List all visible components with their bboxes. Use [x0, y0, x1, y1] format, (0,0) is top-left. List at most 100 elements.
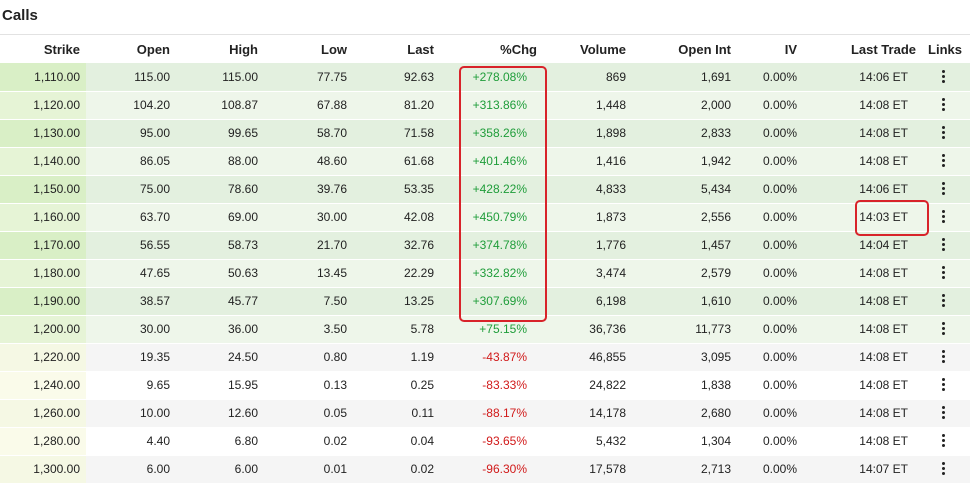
pct-change-cell: -93.65%	[440, 427, 539, 456]
pct-change-cell: -43.87%	[440, 343, 539, 372]
col-header-volume[interactable]: Volume	[539, 35, 630, 63]
pct-change-cell: +428.22%	[440, 175, 539, 204]
last-cell: 71.58	[350, 119, 440, 148]
low-cell: 48.60	[261, 147, 350, 176]
col-header-iv[interactable]: IV	[734, 35, 801, 63]
last-trade-cell: 14:08 ET	[801, 119, 921, 148]
open-cell: 38.57	[86, 287, 172, 316]
strike-cell: 1,150.00	[0, 175, 86, 204]
table-row[interactable]: 1,150.00 75.00 78.60 39.76 53.35 +428.22% 4,83…	[0, 175, 970, 204]
kebab-menu-icon[interactable]	[942, 462, 946, 476]
kebab-menu-icon[interactable]	[942, 210, 946, 224]
table-row[interactable]: 1,280.00 4.40 6.80 0.02 0.04 -93.65% 5,432 1,30…	[0, 427, 970, 456]
kebab-menu-icon[interactable]	[942, 154, 946, 168]
open-interest-cell: 1,838	[630, 371, 734, 400]
options-chain-table: Strike Open High Low Last %Chg Volume Op…	[0, 35, 970, 484]
kebab-menu-icon[interactable]	[942, 322, 946, 336]
col-header-last-trade[interactable]: Last Trade	[801, 35, 921, 63]
kebab-menu-icon[interactable]	[942, 378, 946, 392]
kebab-menu-icon[interactable]	[942, 70, 946, 84]
open-cell: 10.00	[86, 399, 172, 428]
pct-change-cell: +75.15%	[440, 315, 539, 344]
iv-cell: 0.00%	[734, 175, 801, 204]
high-cell: 115.00	[172, 63, 261, 92]
pct-change-cell: +401.46%	[440, 147, 539, 176]
open-cell: 75.00	[86, 175, 172, 204]
iv-cell: 0.00%	[734, 399, 801, 428]
last-cell: 0.25	[350, 371, 440, 400]
table-row[interactable]: 1,140.00 86.05 88.00 48.60 61.68 +401.46% 1,41…	[0, 147, 970, 176]
high-cell: 99.65	[172, 119, 261, 148]
high-cell: 15.95	[172, 371, 261, 400]
volume-cell: 869	[539, 63, 630, 92]
kebab-menu-icon[interactable]	[942, 350, 946, 364]
table-row[interactable]: 1,160.00 63.70 69.00 30.00 42.08 +450.79% 1,87…	[0, 203, 970, 232]
table-row[interactable]: 1,170.00 56.55 58.73 21.70 32.76 +374.78% 1,77…	[0, 231, 970, 260]
last-cell: 0.11	[350, 399, 440, 428]
strike-cell: 1,190.00	[0, 287, 86, 316]
col-header-open[interactable]: Open	[86, 35, 172, 63]
kebab-menu-icon[interactable]	[942, 126, 946, 140]
open-cell: 86.05	[86, 147, 172, 176]
high-cell: 58.73	[172, 231, 261, 260]
links-cell	[921, 147, 970, 176]
links-cell	[921, 203, 970, 232]
col-header-chg[interactable]: %Chg	[440, 35, 539, 63]
table-row[interactable]: 1,190.00 38.57 45.77 7.50 13.25 +307.69% 6,198…	[0, 287, 970, 316]
open-interest-cell: 2,556	[630, 203, 734, 232]
col-header-last[interactable]: Last	[350, 35, 440, 63]
iv-cell: 0.00%	[734, 91, 801, 120]
table-row[interactable]: 1,120.00 104.20 108.87 67.88 81.20 +313.86% 1,…	[0, 91, 970, 120]
open-cell: 19.35	[86, 343, 172, 372]
last-cell: 32.76	[350, 231, 440, 260]
table-row[interactable]: 1,180.00 47.65 50.63 13.45 22.29 +332.82% 3,47…	[0, 259, 970, 288]
col-header-high[interactable]: High	[172, 35, 261, 63]
last-cell: 92.63	[350, 63, 440, 92]
kebab-menu-icon[interactable]	[942, 294, 946, 308]
open-cell: 63.70	[86, 203, 172, 232]
kebab-menu-icon[interactable]	[942, 238, 946, 252]
high-cell: 12.60	[172, 399, 261, 428]
col-header-strike[interactable]: Strike	[0, 35, 86, 63]
last-cell: 13.25	[350, 287, 440, 316]
last-trade-cell: 14:08 ET	[801, 371, 921, 400]
strike-cell: 1,220.00	[0, 343, 86, 372]
low-cell: 67.88	[261, 91, 350, 120]
iv-cell: 0.00%	[734, 287, 801, 316]
open-interest-cell: 2,680	[630, 399, 734, 428]
last-trade-cell: 14:08 ET	[801, 287, 921, 316]
table-row[interactable]: 1,220.00 19.35 24.50 0.80 1.19 -43.87% 46,855 3…	[0, 343, 970, 372]
table-row[interactable]: 1,240.00 9.65 15.95 0.13 0.25 -83.33% 24,822 1,…	[0, 371, 970, 400]
high-cell: 24.50	[172, 343, 261, 372]
volume-cell: 36,736	[539, 315, 630, 344]
last-trade-cell: 14:03 ET	[801, 203, 921, 232]
links-cell	[921, 259, 970, 288]
col-header-open-int[interactable]: Open Int	[630, 35, 734, 63]
open-interest-cell: 1,457	[630, 231, 734, 260]
last-cell: 53.35	[350, 175, 440, 204]
links-cell	[921, 119, 970, 148]
volume-cell: 1,416	[539, 147, 630, 176]
links-cell	[921, 287, 970, 316]
volume-cell: 3,474	[539, 259, 630, 288]
kebab-menu-icon[interactable]	[942, 406, 946, 420]
table-row[interactable]: 1,110.00 115.00 115.00 77.75 92.63 +278.08% 86…	[0, 63, 970, 92]
last-cell: 0.04	[350, 427, 440, 456]
volume-cell: 14,178	[539, 399, 630, 428]
high-cell: 78.60	[172, 175, 261, 204]
open-cell: 47.65	[86, 259, 172, 288]
table-row[interactable]: 1,130.00 95.00 99.65 58.70 71.58 +358.26% 1,89…	[0, 119, 970, 148]
strike-cell: 1,140.00	[0, 147, 86, 176]
high-cell: 69.00	[172, 203, 261, 232]
kebab-menu-icon[interactable]	[942, 182, 946, 196]
high-cell: 36.00	[172, 315, 261, 344]
pct-change-cell: -83.33%	[440, 371, 539, 400]
open-interest-cell: 3,095	[630, 343, 734, 372]
kebab-menu-icon[interactable]	[942, 98, 946, 112]
table-row[interactable]: 1,260.00 10.00 12.60 0.05 0.11 -88.17% 14,178 2…	[0, 399, 970, 428]
volume-cell: 1,898	[539, 119, 630, 148]
kebab-menu-icon[interactable]	[942, 434, 946, 448]
col-header-low[interactable]: Low	[261, 35, 350, 63]
table-row[interactable]: 1,200.00 30.00 36.00 3.50 5.78 +75.15% 36,736 1…	[0, 315, 970, 344]
kebab-menu-icon[interactable]	[942, 266, 946, 280]
